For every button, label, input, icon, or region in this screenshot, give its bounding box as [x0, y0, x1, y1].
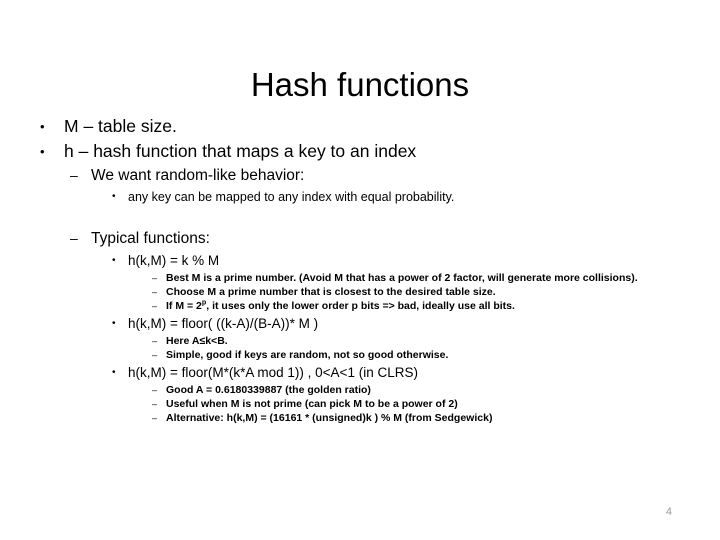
- bullet-table-size: • M – table size.: [0, 114, 720, 139]
- note-text: Choose M a prime number that is closest …: [166, 286, 496, 298]
- bullet-hash-function: • h – hash function that maps a key to a…: [0, 139, 720, 164]
- bullet-typical-functions: – Typical functions:: [0, 227, 720, 250]
- note-text: Best M is a prime number. (Avoid M that …: [166, 272, 638, 284]
- formula-clrs-multiplicative: • h(k,M) = floor(M*(k*A mod 1)) , 0<A<1 …: [0, 362, 720, 383]
- page-number: 4: [665, 506, 672, 518]
- bullet-random-like-behavior: – We want random-like behavior:: [0, 164, 720, 187]
- note-text: Alternative: h(k,M) = (16161 * (unsigned…: [166, 412, 493, 424]
- note-text: Useful when M is not prime (can pick M t…: [166, 398, 458, 410]
- bullet-marker-dash: –: [152, 399, 158, 409]
- formula-text: h(k,M) = floor( ((k-A)/(B-A))* M ): [128, 316, 319, 331]
- bullet-marker-dot: •: [112, 367, 116, 378]
- bullet-marker-dash: –: [152, 336, 158, 346]
- bullet-marker-dot: •: [112, 318, 116, 329]
- bullet-text: Typical functions:: [91, 230, 210, 247]
- bullet-text: We want random-like behavior:: [91, 167, 305, 184]
- note-simple-random-keys: – Simple, good if keys are random, not s…: [0, 348, 720, 362]
- note-text: Good A = 0.6180339887 (the golden ratio): [166, 384, 371, 396]
- bullet-marker-dash: –: [152, 301, 158, 311]
- note-range-constraint: – Here A≤k<B.: [0, 334, 720, 348]
- bullet-equal-probability: • any key can be mapped to any index wit…: [0, 187, 720, 207]
- bullet-marker-dash: –: [70, 167, 78, 183]
- bullet-marker-dash: –: [152, 350, 158, 360]
- bullet-text: any key can be mapped to any index with …: [128, 190, 455, 204]
- note-text: If M = 2p, it uses only the lower order …: [166, 299, 720, 313]
- formula-multiplicative-range: • h(k,M) = floor( ((k-A)/(B-A))* M ): [0, 313, 720, 334]
- note-text-part-a: If M = 2: [166, 300, 202, 312]
- formula-modulo: • h(k,M) = k % M: [0, 250, 720, 271]
- page-title: Hash functions: [250, 66, 470, 104]
- bullet-marker-dot: •: [112, 255, 116, 266]
- bullet-marker-dot: •: [40, 119, 45, 134]
- note-text: Simple, good if keys are random, not so …: [166, 349, 449, 361]
- note-sedgewick-alternative: – Alternative: h(k,M) = (16161 * (unsign…: [0, 411, 720, 425]
- note-power-of-two: – If M = 2p, it uses only the lower orde…: [0, 299, 720, 313]
- formula-text: h(k,M) = floor(M*(k*A mod 1)) , 0<A<1 (i…: [128, 365, 418, 380]
- bullet-marker-dot: •: [112, 191, 116, 202]
- note-closest-prime: – Choose M a prime number that is closes…: [0, 285, 720, 299]
- bullet-marker-dot: •: [40, 144, 45, 159]
- slide-body: • M – table size. • h – hash function th…: [0, 114, 720, 425]
- bullet-text: h – hash function that maps a key to an …: [64, 141, 417, 161]
- bullet-marker-dash: –: [152, 273, 158, 283]
- bullet-marker-dash: –: [152, 413, 158, 423]
- note-text: Here A≤k<B.: [166, 335, 228, 347]
- slide: Hash functions • M – table size. • h – h…: [0, 0, 720, 540]
- note-useful-not-prime: – Useful when M is not prime (can pick M…: [0, 397, 720, 411]
- bullet-marker-dash: –: [70, 230, 78, 246]
- note-prime-number: – Best M is a prime number. (Avoid M tha…: [0, 271, 720, 285]
- bullet-marker-dash: –: [152, 287, 158, 297]
- note-text-part-b: , it uses only the lower order p bits =>…: [206, 300, 515, 312]
- bullet-marker-dash: –: [152, 385, 158, 395]
- bullet-text: M – table size.: [64, 116, 177, 136]
- formula-text: h(k,M) = k % M: [128, 253, 220, 268]
- note-golden-ratio: – Good A = 0.6180339887 (the golden rati…: [0, 383, 720, 397]
